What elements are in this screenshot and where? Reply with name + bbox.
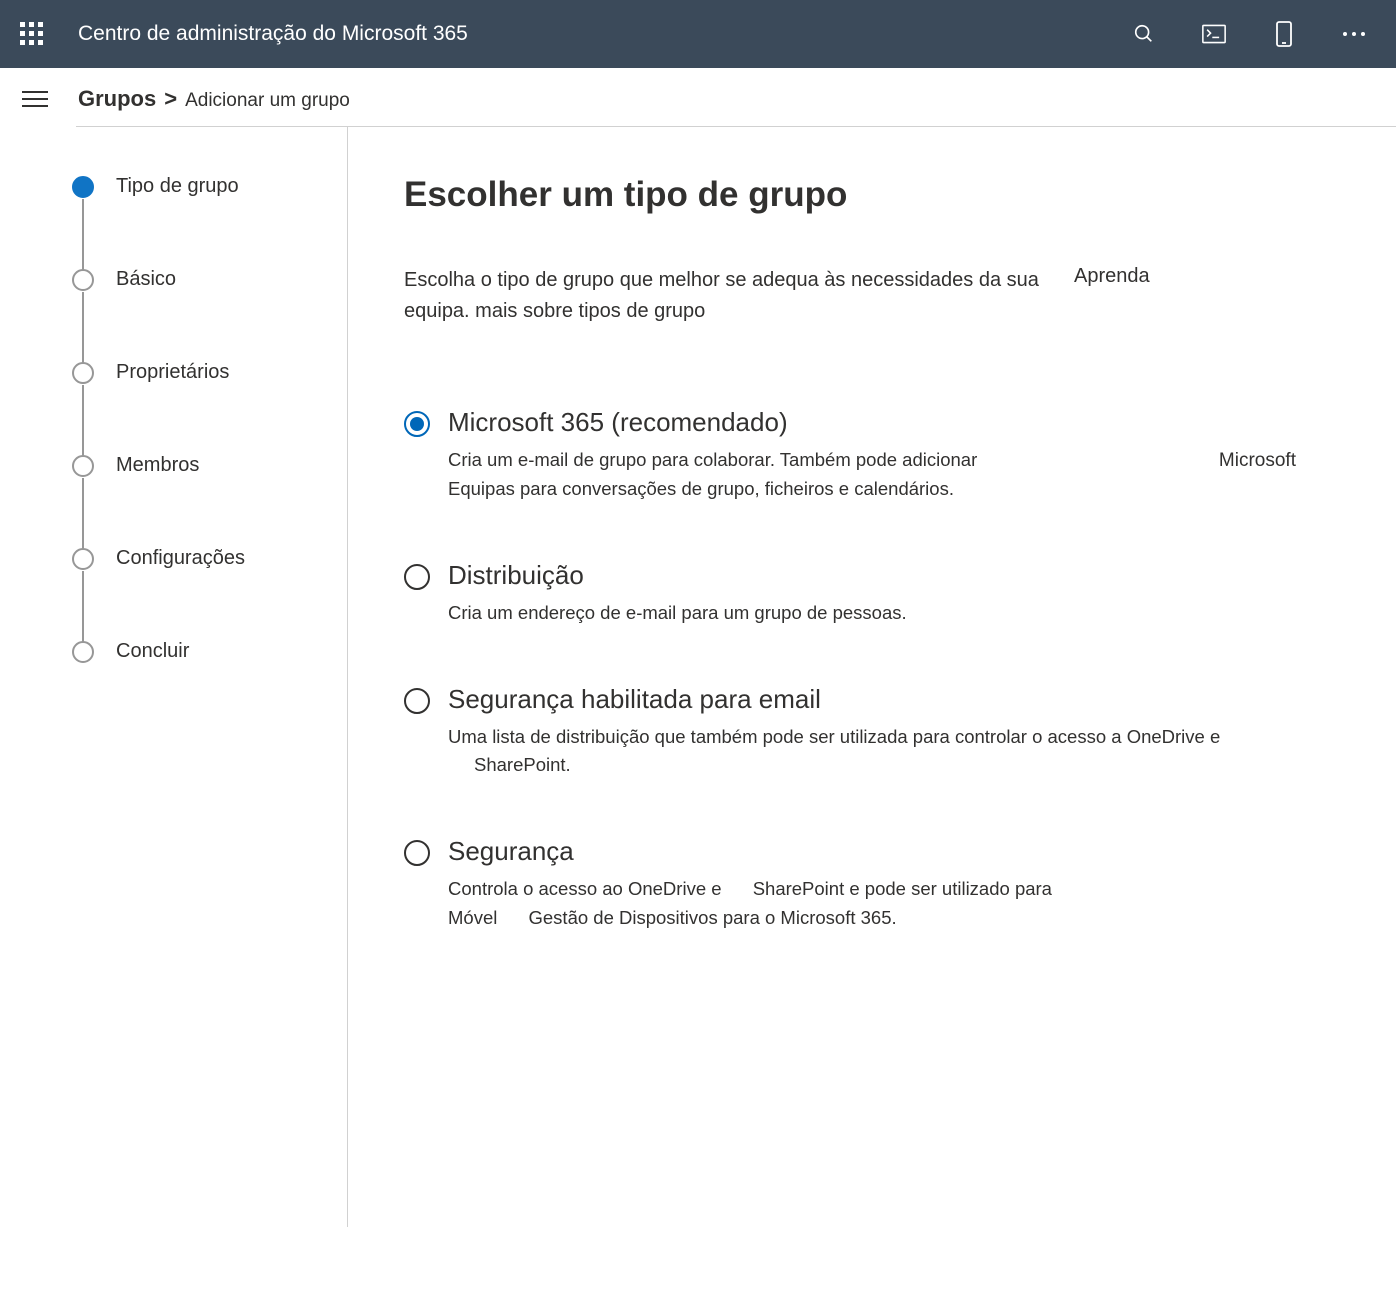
app-title: Centro de administração do Microsoft 365 [78, 22, 1132, 46]
step-membros[interactable]: Membros [72, 454, 347, 547]
app-launcher-icon[interactable] [20, 22, 44, 46]
step-label: Concluir [116, 640, 189, 663]
breadcrumb-separator: > [164, 86, 177, 112]
radio-icon[interactable] [404, 840, 430, 866]
option-desc: Cria um endereço de e-mail para um grupo… [448, 599, 1296, 628]
step-dot-icon [72, 641, 94, 663]
group-type-option-mail-security[interactable]: Segurança habilitada para email Uma list… [404, 684, 1296, 780]
option-desc-line1: Cria um e-mail de grupo para colaborar. … [448, 446, 977, 475]
option-desc-b: SharePoint e pode ser utilizado para [753, 878, 1052, 899]
radio-icon[interactable] [404, 411, 430, 437]
main-layout: Tipo de grupo Básico Proprietários Membr… [0, 127, 1396, 1227]
step-label: Básico [116, 268, 176, 291]
radio-icon[interactable] [404, 564, 430, 590]
step-label: Configurações [116, 547, 245, 570]
intro-text: Escolha o tipo de grupo que melhor se ad… [404, 265, 1044, 327]
step-proprietarios[interactable]: Proprietários [72, 361, 347, 454]
shell-icon[interactable] [1202, 22, 1226, 46]
option-desc-right: Microsoft [1219, 446, 1296, 475]
top-bar: Centro de administração do Microsoft 365 [0, 0, 1396, 68]
option-title: Microsoft 365 (recomendado) [448, 407, 1296, 438]
step-basico[interactable]: Básico [72, 268, 347, 361]
option-title: Segurança habilitada para email [448, 684, 1296, 715]
radio-icon[interactable] [404, 688, 430, 714]
step-dot-icon [72, 176, 94, 198]
option-title: Segurança [448, 836, 1296, 867]
content-pane: Escolher um tipo de grupo Escolha o tipo… [348, 127, 1348, 1227]
breadcrumb-groups[interactable]: Grupos [78, 86, 156, 112]
step-tipo-de-grupo[interactable]: Tipo de grupo [72, 175, 347, 268]
step-dot-icon [72, 548, 94, 570]
group-type-option-m365[interactable]: Microsoft 365 (recomendado) Cria um e-ma… [404, 407, 1296, 504]
option-title: Distribuição [448, 560, 1296, 591]
learn-link[interactable]: Aprenda [1074, 265, 1150, 288]
option-desc-d: Gestão de Dispositivos para o Microsoft … [529, 907, 897, 928]
option-desc-a: Controla o acesso ao OneDrive e [448, 878, 722, 899]
step-label: Proprietários [116, 361, 229, 384]
menu-toggle-icon[interactable] [22, 86, 48, 112]
step-dot-icon [72, 362, 94, 384]
step-concluir[interactable]: Concluir [72, 640, 347, 663]
group-type-option-distribution[interactable]: Distribuição Cria um endereço de e-mail … [404, 560, 1296, 628]
breadcrumb: Grupos > Adicionar um grupo [78, 86, 350, 112]
wizard-steps-sidebar: Tipo de grupo Básico Proprietários Membr… [0, 127, 348, 1227]
group-type-option-security[interactable]: Segurança Controla o acesso ao OneDrive … [404, 836, 1296, 932]
intro-row: Escolha o tipo de grupo que melhor se ad… [404, 265, 1296, 327]
option-desc-b: SharePoint. [474, 754, 571, 775]
step-label: Tipo de grupo [116, 175, 239, 198]
option-desc-c: Móvel [448, 907, 497, 928]
search-icon[interactable] [1132, 22, 1156, 46]
option-desc-line2: Equipas para conversações de grupo, fich… [448, 475, 1296, 504]
breadcrumb-bar: Grupos > Adicionar um grupo [0, 68, 1396, 126]
step-dot-icon [72, 455, 94, 477]
option-desc-a: Uma lista de distribuição que também pod… [448, 726, 1220, 747]
page-title: Escolher um tipo de grupo [404, 175, 1296, 215]
step-dot-icon [72, 269, 94, 291]
mobile-icon[interactable] [1272, 22, 1296, 46]
step-configuracoes[interactable]: Configurações [72, 547, 347, 640]
topbar-actions [1132, 22, 1366, 46]
breadcrumb-current: Adicionar um grupo [185, 90, 350, 112]
more-icon[interactable] [1342, 22, 1366, 46]
step-label: Membros [116, 454, 199, 477]
